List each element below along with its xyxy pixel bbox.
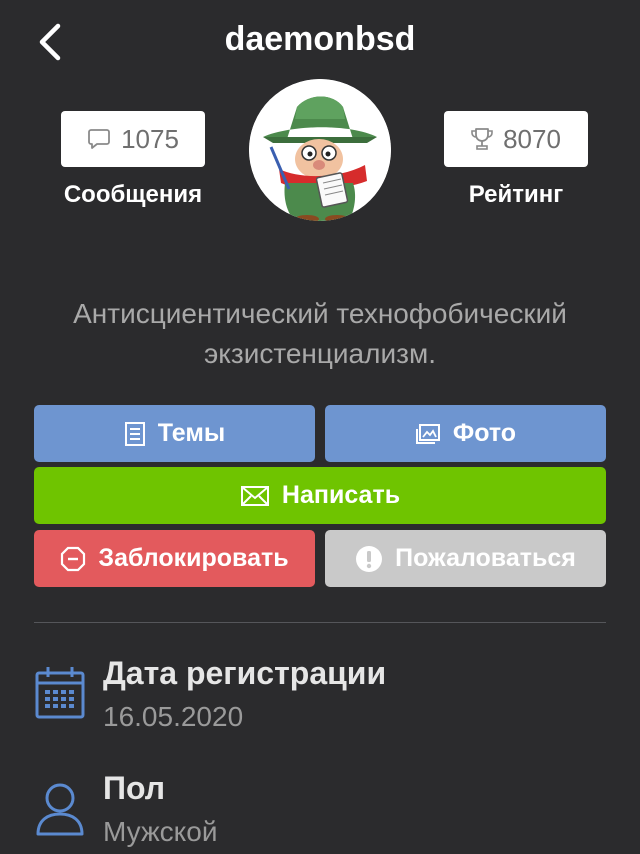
gender-row: Пол Мужской	[34, 770, 606, 850]
registration-date-value: 16.05.2020	[103, 701, 244, 732]
photo-button[interactable]: Фото	[325, 405, 606, 462]
page-title: daemonbsd	[224, 20, 416, 58]
block-label: Заблокировать	[98, 544, 289, 572]
messages-stat[interactable]: 1075 Сообщения	[61, 111, 205, 209]
image-icon	[415, 423, 440, 444]
section-divider	[34, 622, 606, 623]
registration-date-label: Дата регистрации	[103, 655, 387, 691]
user-icon	[36, 783, 84, 836]
rating-label: Рейтинг	[468, 181, 564, 208]
gender-value: Мужской	[103, 816, 218, 847]
photo-label: Фото	[452, 419, 517, 447]
write-label: Написать	[281, 481, 401, 509]
topics-label: Темы	[157, 419, 226, 447]
registration-date-row: Дата регистрации 16.05.2020	[34, 655, 606, 735]
rating-count: 8070	[503, 123, 561, 154]
calendar-icon	[35, 667, 85, 719]
chat-bubble-icon	[88, 129, 110, 149]
avatar-image	[249, 79, 391, 221]
messages-label: Сообщения	[63, 181, 203, 208]
avatar[interactable]	[249, 79, 391, 221]
report-label: Пожаловаться	[395, 544, 576, 572]
envelope-icon	[240, 485, 269, 506]
block-octagon-icon	[61, 546, 86, 571]
block-button[interactable]: Заблокировать	[34, 530, 315, 587]
messages-count: 1075	[121, 123, 179, 154]
document-icon	[124, 421, 145, 446]
rating-count-box[interactable]: 8070	[444, 111, 588, 167]
exclamation-circle-icon	[356, 545, 383, 572]
messages-count-box[interactable]: 1075	[61, 111, 205, 167]
topics-button[interactable]: Темы	[34, 405, 315, 462]
header: daemonbsd	[0, 0, 640, 84]
rating-stat[interactable]: 8070 Рейтинг	[444, 111, 588, 209]
report-button[interactable]: Пожаловаться	[325, 530, 606, 587]
write-message-button[interactable]: Написать	[34, 467, 606, 524]
trophy-icon	[471, 128, 493, 150]
gender-label: Пол	[103, 770, 166, 806]
user-bio: Антисциентический технофобический экзист…	[73, 298, 567, 369]
